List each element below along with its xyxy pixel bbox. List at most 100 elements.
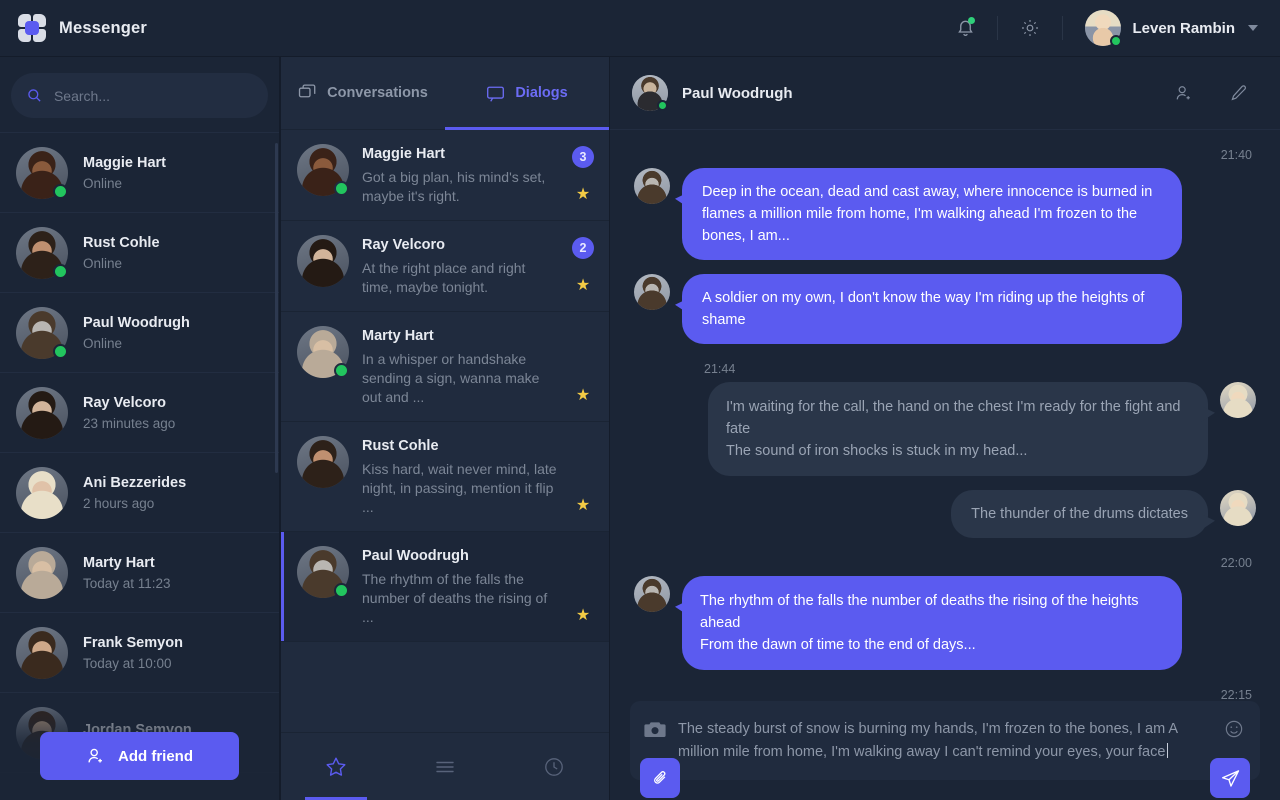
dialog-indicators: ★ — [571, 436, 595, 517]
chat-header-name: Paul Woodrugh — [682, 84, 793, 102]
contact-meta: Marty Hart Today at 11:23 — [83, 555, 171, 591]
dialog-name: Maggie Hart — [362, 146, 445, 162]
message-bubble[interactable]: The thunder of the drums dictates — [951, 490, 1208, 538]
attach-button[interactable] — [640, 758, 680, 798]
camera-button[interactable] — [644, 717, 666, 744]
online-indicator — [657, 100, 668, 111]
user-menu[interactable]: Leven Rambin — [1085, 10, 1258, 47]
avatar — [16, 306, 68, 359]
avatar — [297, 235, 349, 287]
user-plus-icon — [1176, 86, 1190, 100]
notifications-button[interactable] — [943, 8, 987, 48]
send-button[interactable] — [1210, 758, 1250, 798]
message-list[interactable]: 21:40 Deep in the ocean, dead and cast aw… — [610, 130, 1280, 701]
dialog-list[interactable]: Maggie Hart Got a big plan, his mind's se… — [281, 130, 609, 732]
contact-list-item[interactable]: Ani Bezzerides 2 hours ago — [0, 453, 279, 533]
star-icon[interactable]: ★ — [576, 608, 590, 624]
top-bar-actions: Leven Rambin — [943, 8, 1258, 48]
search-icon — [28, 89, 41, 102]
dialog-list-item[interactable]: Ray Velcoro At the right place and right … — [281, 221, 609, 312]
search-input[interactable] — [53, 87, 252, 104]
online-indicator — [53, 183, 68, 199]
contact-status: Online — [83, 335, 123, 351]
edit-button[interactable] — [1216, 73, 1260, 113]
dialog-indicators: 2 ★ — [571, 235, 595, 297]
message-row: A soldier on my own, I don't know the wa… — [634, 274, 1256, 344]
contact-name: Frank Semyon — [83, 634, 183, 651]
message-composer[interactable]: The steady burst of snow is burning my h… — [630, 701, 1260, 798]
dialog-list-item[interactable]: Rust Cohle Kiss hard, wait never mind, la… — [281, 422, 609, 532]
contact-status: Online — [83, 175, 123, 191]
message-bubble[interactable]: Deep in the ocean, dead and cast away, w… — [682, 168, 1182, 260]
contacts-sidebar: Maggie HartOnlineRust CohleOnlinePaul Wo… — [0, 57, 280, 800]
app-logo-icon — [18, 14, 46, 42]
contact-list-item[interactable]: Frank Semyon Today at 10:00 — [0, 613, 279, 693]
contact-meta: Ani Bezzerides 2 hours ago — [83, 475, 186, 511]
avatar — [16, 626, 68, 679]
emoji-button[interactable] — [1224, 717, 1244, 744]
avatar — [1220, 490, 1256, 526]
contact-name: Ray Velcoro — [83, 394, 167, 411]
panel-tabs: Conversations Dialogs — [281, 57, 609, 130]
contact-list-item[interactable]: Ray Velcoro 23 minutes ago — [0, 373, 279, 453]
message-timestamp: 22:15 — [1220, 688, 1252, 701]
dialog-preview: Got a big plan, his mind's set, maybe it… — [362, 169, 546, 204]
contact-status: 23 minutes ago — [83, 415, 176, 431]
contact-status: Online — [83, 255, 123, 271]
contact-meta: Ray Velcoro 23 minutes ago — [83, 395, 175, 431]
star-icon[interactable]: ★ — [576, 187, 590, 203]
bottom-tab-list[interactable] — [390, 733, 499, 800]
message-bubble[interactable]: A soldier on my own, I don't know the wa… — [682, 274, 1182, 344]
contact-status: Today at 10:00 — [83, 655, 172, 671]
divider — [997, 16, 999, 40]
list-icon — [434, 756, 456, 778]
brand: Messenger — [18, 14, 147, 42]
dialog-text: Ray Velcoro At the right place and right … — [362, 235, 558, 297]
contact-name: Marty Hart — [83, 554, 155, 571]
chat-bubble-icon — [486, 84, 505, 103]
bottom-tab-star[interactable] — [281, 733, 390, 800]
avatar — [634, 168, 670, 204]
dialogs-panel: Conversations Dialogs Maggie Hart Got a bi… — [280, 57, 610, 800]
unread-badge: 2 — [572, 237, 594, 259]
smiley-icon — [1225, 720, 1243, 738]
avatar — [297, 546, 349, 598]
dialog-list-item[interactable]: Marty Hart In a whisper or handshake send… — [281, 312, 609, 422]
avatar — [634, 274, 670, 310]
add-person-button[interactable] — [1162, 73, 1206, 113]
bottom-tab-clock[interactable] — [500, 733, 609, 800]
contacts-list[interactable]: Maggie Hart Online Rust Cohle Online Paul Wo… — [0, 132, 279, 800]
dialog-name: Paul Woodrugh — [362, 548, 469, 564]
dialog-list-item[interactable]: Paul Woodrugh The rhythm of the falls the… — [281, 532, 609, 642]
settings-button[interactable] — [1008, 8, 1052, 48]
contact-status: 2 hours ago — [83, 495, 155, 511]
add-friend-area: Add friend — [0, 732, 279, 800]
search-box[interactable] — [11, 73, 268, 118]
contact-list-item[interactable]: Paul Woodrugh Online — [0, 293, 279, 373]
contact-list-item[interactable]: Marty Hart Today at 11:23 — [0, 533, 279, 613]
star-icon[interactable]: ★ — [576, 498, 590, 514]
sidebar-scrollbar[interactable] — [275, 133, 278, 800]
user-name: Leven Rambin — [1132, 19, 1235, 37]
composer-text[interactable]: The steady burst of snow is burning my h… — [678, 717, 1212, 764]
tab-conversations[interactable]: Conversations — [281, 57, 445, 129]
dialog-text: Rust Cohle Kiss hard, wait never mind, la… — [362, 436, 558, 517]
contact-list-item[interactable]: Maggie Hart Online — [0, 133, 279, 213]
dialog-name: Marty Hart — [362, 328, 434, 344]
camera-icon — [644, 722, 666, 737]
chat-header-actions — [1162, 73, 1260, 113]
message-row: The rhythm of the falls the number of de… — [634, 576, 1256, 670]
tab-dialogs[interactable]: Dialogs — [445, 57, 609, 130]
add-friend-button[interactable]: Add friend — [40, 732, 239, 780]
avatar — [297, 436, 349, 488]
star-icon[interactable]: ★ — [576, 388, 590, 404]
dialog-indicators: ★ — [571, 546, 595, 627]
message-row: I'm waiting for the call, the hand on th… — [634, 382, 1256, 476]
dialog-list-item[interactable]: Maggie Hart Got a big plan, his mind's se… — [281, 130, 609, 221]
message-bubble[interactable]: The rhythm of the falls the number of de… — [682, 576, 1182, 670]
message-bubble[interactable]: I'm waiting for the call, the hand on th… — [708, 382, 1208, 476]
contact-list-item[interactable]: Rust Cohle Online — [0, 213, 279, 293]
star-icon[interactable]: ★ — [576, 278, 590, 294]
chat-panel: Paul Woodrugh 21:40 Deep in the ocean, d… — [610, 57, 1280, 800]
user-plus-icon — [88, 748, 102, 763]
